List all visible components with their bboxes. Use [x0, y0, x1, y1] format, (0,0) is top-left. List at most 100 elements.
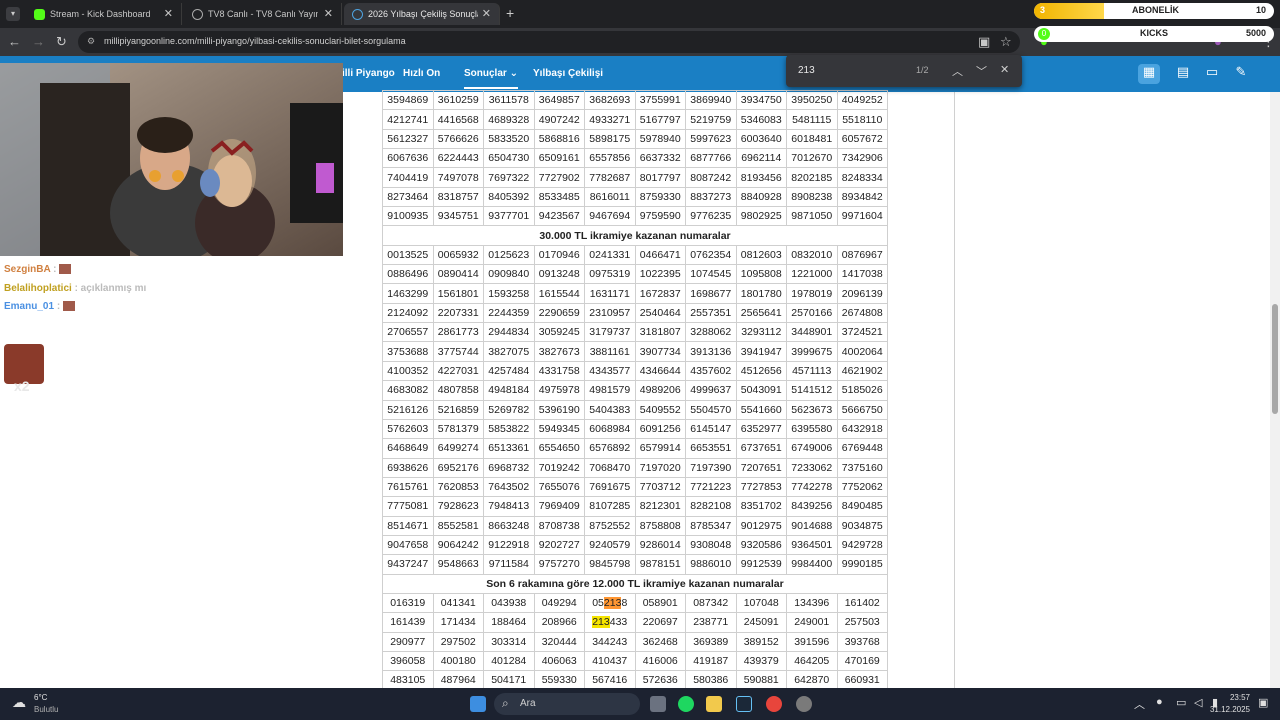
tab-kick-dashboard[interactable]: Stream - Kick Dashboard ✕	[26, 3, 182, 25]
table-cell: 2290659	[533, 302, 585, 324]
mic-icon[interactable]: ●	[1156, 696, 1163, 708]
scrollbar-thumb[interactable]	[1272, 304, 1278, 414]
table-cell: 9047658	[382, 534, 434, 556]
table-cell: 7019242	[533, 457, 585, 478]
bookmark-star-icon[interactable]: ☆	[1000, 34, 1012, 50]
table-cell: 5141512	[786, 380, 838, 401]
table-cell: 5219759	[685, 109, 737, 130]
table-cell: 9878151	[634, 554, 686, 575]
find-previous-icon[interactable]: ︿	[952, 63, 963, 79]
close-icon[interactable]: ✕	[164, 7, 173, 20]
calendar-icon[interactable]: ▤	[1172, 64, 1194, 84]
find-highlight: 213	[603, 597, 622, 610]
site-info-icon[interactable]: ⚙	[87, 36, 95, 47]
table-row: 6938626 6952176 6968732 7019242 7068470 71970…	[382, 457, 888, 478]
table-cell: 0975319	[584, 264, 636, 285]
find-input[interactable]: 213	[798, 65, 815, 76]
chrome-icon[interactable]	[766, 696, 782, 712]
kicks-goal-bar: 0 KICKS 5000	[1034, 26, 1274, 42]
file-explorer-icon[interactable]	[706, 696, 722, 712]
table-cell: 400180	[432, 650, 484, 672]
table-cell: 7655076	[533, 476, 585, 498]
clock-date[interactable]: 31.12.2025	[1200, 705, 1250, 714]
taskbar-search[interactable]: ⌕ Ara	[494, 693, 640, 715]
table-cell: 7615761	[382, 476, 434, 498]
nav-sonuclar[interactable]: Sonuçlar ⌄	[464, 68, 518, 89]
new-tab-button[interactable]: +	[506, 5, 514, 21]
table-cell: 7969409	[533, 496, 585, 517]
kicks-label: KICKS	[1140, 28, 1169, 38]
reload-icon[interactable]: ↻	[56, 34, 67, 50]
url-text[interactable]: millipiyangoonline.com/milli-piyango/yil…	[104, 36, 406, 46]
nav-milli-piyango[interactable]: illi Piyango	[342, 68, 395, 79]
page-border-right	[954, 92, 955, 688]
settings-icon[interactable]	[796, 696, 812, 712]
table-cell: 9122918	[483, 534, 535, 556]
forward-icon[interactable]: →	[32, 34, 45, 49]
network-icon[interactable]: ▭	[1176, 696, 1186, 709]
scrollbar[interactable]	[1270, 92, 1280, 688]
table-cell: 2557351	[685, 302, 737, 324]
table-cell: 043938	[483, 592, 535, 614]
table-cell: 5396190	[533, 399, 585, 420]
chat-line: Emanu_01 :	[4, 301, 75, 312]
table-cell: 7928623	[432, 496, 484, 517]
table-cell: 4989206	[634, 380, 686, 401]
address-bar[interactable]: ⚙ millipiyangoonline.com/milli-piyango/y…	[78, 31, 1020, 53]
nav-yilbasi-cekilisi[interactable]: Yılbaşı Çekilişi	[533, 68, 603, 79]
find-close-icon[interactable]: ✕	[1000, 63, 1009, 76]
table-cell: 0466471	[634, 244, 686, 266]
tv-icon[interactable]: ▭	[1201, 64, 1223, 84]
tab-search-icon[interactable]: ▾	[6, 7, 20, 21]
table-cell: 8785347	[685, 515, 737, 536]
table-cell: 0876967	[836, 244, 888, 266]
start-icon[interactable]	[470, 696, 486, 712]
translate-icon[interactable]: ▣	[978, 34, 990, 50]
clock-time[interactable]: 23:57	[1210, 693, 1250, 702]
table-cell: 0762354	[685, 244, 737, 266]
table-cell: 0886496	[382, 264, 434, 285]
find-next-icon[interactable]: ﹀	[976, 63, 987, 79]
table-cell: 5833520	[483, 128, 535, 150]
table-cell: 5269782	[483, 399, 535, 420]
tab-tv8[interactable]: TV8 Canlı - TV8 Canlı Yayın İzle ✕	[184, 3, 342, 25]
table-cell: 058901	[634, 592, 686, 614]
table-cell: 3179737	[584, 322, 636, 343]
table-cell: 1022395	[634, 264, 686, 285]
nav-hizli-on[interactable]: Hızlı On	[403, 68, 440, 79]
table-cell: 2861773	[432, 322, 484, 343]
close-icon[interactable]: ✕	[324, 7, 333, 20]
kicks-goal: 5000	[1245, 28, 1266, 38]
chat-line: Belalihoplatici : açıklanmış mı	[4, 283, 146, 294]
table-cell: 1095808	[735, 264, 787, 285]
notification-icon[interactable]: ▣	[1258, 696, 1268, 709]
table-cell: 213433	[584, 612, 636, 633]
table-cell: 4002064	[836, 341, 888, 362]
task-view-icon[interactable]	[650, 696, 666, 712]
back-icon[interactable]: ←	[8, 34, 21, 49]
table-cell: 7404419	[382, 167, 434, 188]
tab-millipiyango[interactable]: 2026 Yılbaşı Çekiliş Sonuçları, Y ✕	[344, 3, 500, 25]
gift-icon[interactable]: ▦	[1138, 64, 1160, 84]
close-icon[interactable]: ✕	[482, 7, 491, 20]
table-cell: 3941947	[735, 341, 787, 362]
edit-icon[interactable]: ✎	[1230, 64, 1252, 84]
table-cell: 188464	[483, 612, 535, 633]
table-row: 2124092 2207331 2244359 2290659 2310957 25404…	[382, 302, 888, 324]
spotify-icon[interactable]	[678, 696, 694, 712]
table-cell: 4257484	[483, 360, 535, 382]
table-cell: 7727902	[533, 167, 585, 188]
table-cell: 8439256	[786, 496, 838, 517]
table-cell: 087342	[685, 592, 737, 614]
table-cell: 5997623	[685, 128, 737, 150]
table-row: 290977 297502 303314 320444 344243 362468 3693…	[382, 631, 888, 652]
table-cell: 6145147	[685, 418, 737, 440]
table-cell: 3682693	[584, 89, 636, 111]
tray-chevron-icon[interactable]: ︿	[1134, 696, 1145, 712]
search-label: Ara	[520, 698, 536, 709]
steam-icon[interactable]	[736, 696, 752, 712]
search-icon: ⌕	[502, 696, 509, 710]
table-cell: 7727853	[735, 476, 787, 498]
table-cell: 4981579	[584, 380, 636, 401]
table-row: 6468649 6499274 6513361 6554650 6576892 65799…	[382, 438, 888, 459]
